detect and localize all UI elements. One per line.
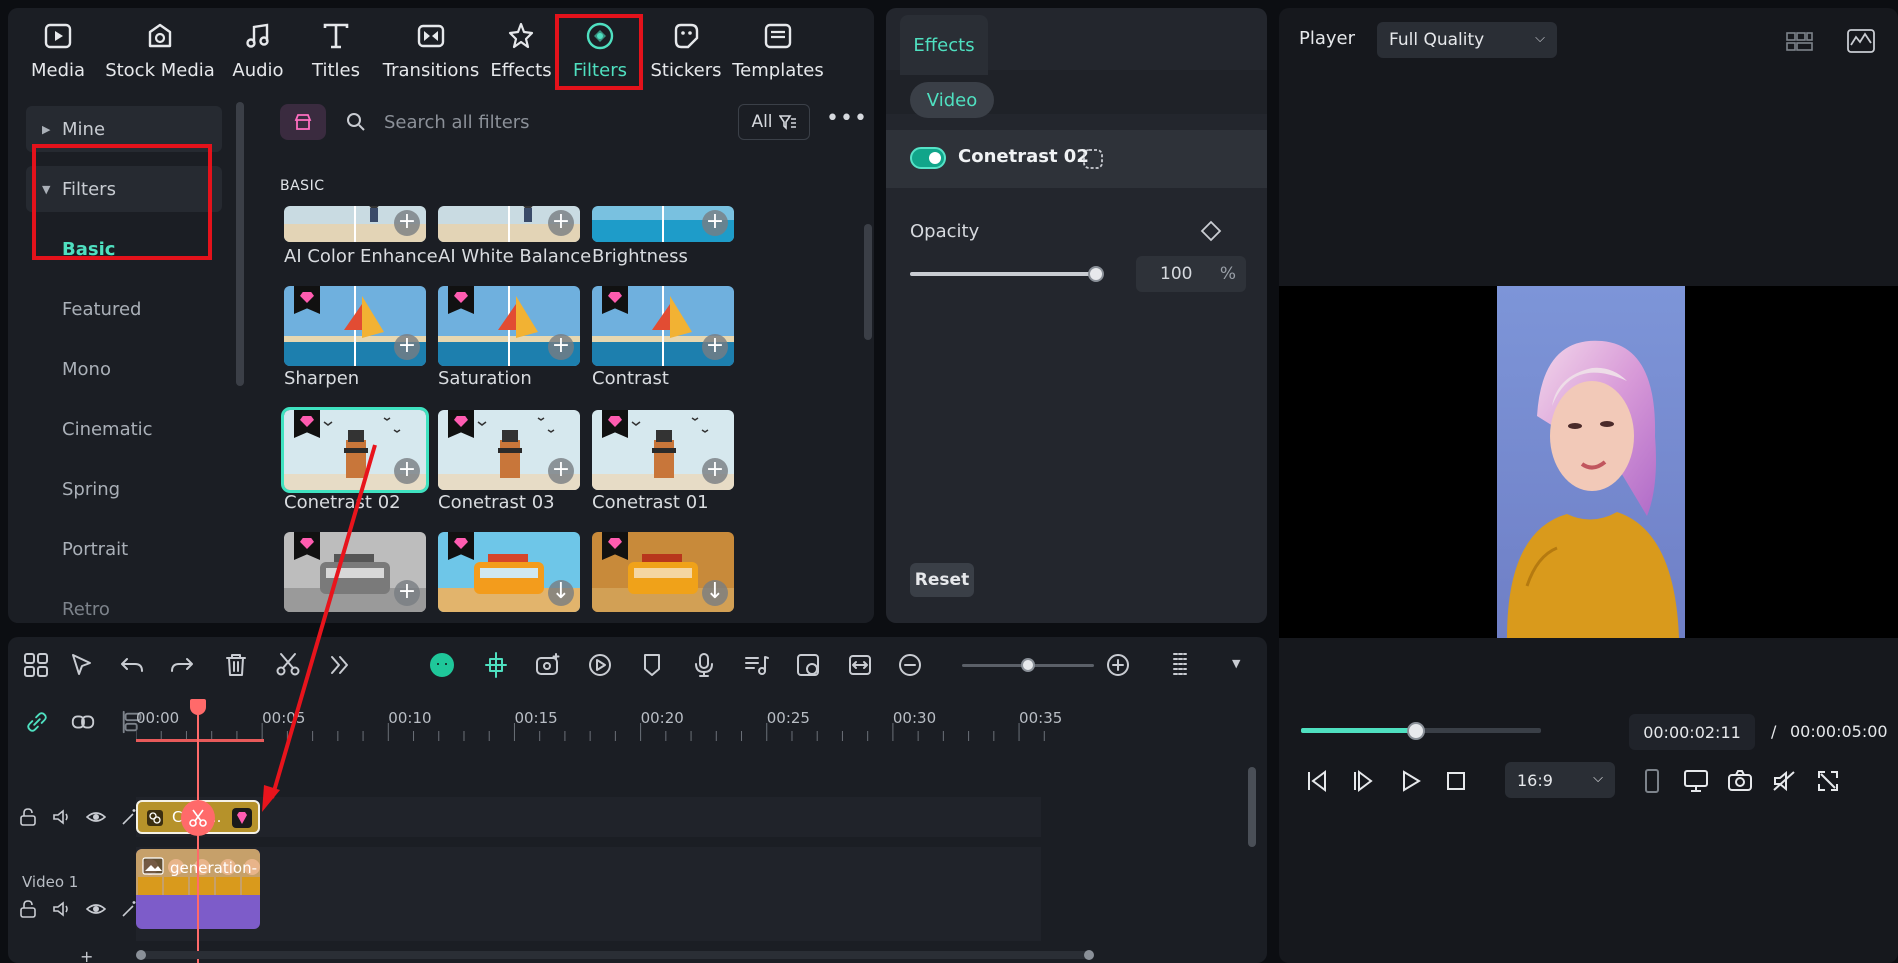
app-window: Media Stock Media Audio Titles Transitio… (0, 0, 1898, 963)
annotation-arrow (262, 444, 377, 812)
